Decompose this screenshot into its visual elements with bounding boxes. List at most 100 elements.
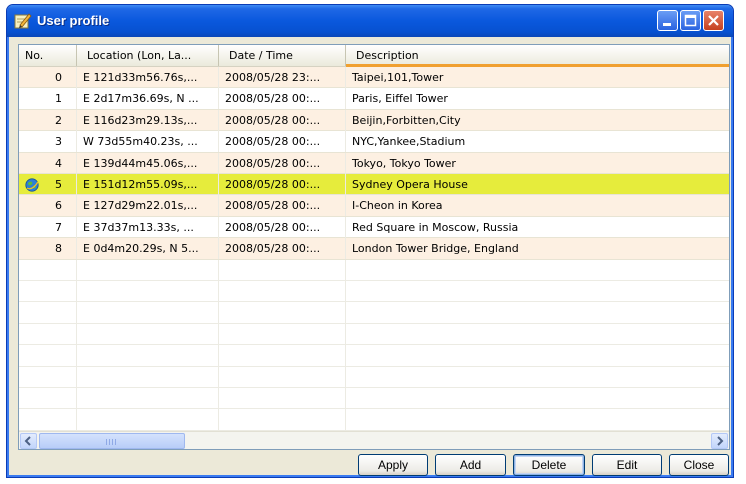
empty-cell (346, 388, 729, 409)
empty-cell (346, 260, 729, 281)
apply-button[interactable]: Apply (358, 454, 428, 476)
empty-cell (219, 302, 346, 324)
empty-row[interactable] (19, 345, 729, 367)
delete-button[interactable]: Delete (513, 454, 585, 476)
empty-cell (219, 409, 346, 431)
horizontal-scrollbar[interactable] (19, 431, 729, 449)
empty-cell (346, 324, 729, 345)
row-location: E 2d17m36.69s, N ... (77, 88, 219, 110)
minimize-button[interactable] (657, 10, 678, 31)
table-row[interactable]: 8E 0d4m20.29s, N 5... 2008/05/28 00:... Lo… (19, 238, 729, 260)
scroll-grip-icon (106, 439, 118, 445)
empty-cell (219, 388, 346, 409)
maximize-button[interactable] (680, 10, 701, 31)
row-description: Sydney Opera House (352, 178, 468, 191)
table-row[interactable]: 0E 121d33m56.76s,... 2008/05/28 23:... Tai… (19, 67, 729, 89)
empty-cell (19, 281, 77, 302)
empty-cell (77, 409, 219, 431)
empty-cell (19, 302, 77, 324)
table-row[interactable]: 4E 139d44m45.06s,... 2008/05/28 00:... Tok… (19, 152, 729, 174)
row-number: 6 (19, 195, 77, 217)
row-number: 2 (19, 109, 77, 131)
edit-button[interactable]: Edit (592, 454, 662, 476)
window-title: User profile (37, 13, 110, 28)
empty-cell (346, 302, 729, 323)
empty-row[interactable] (19, 366, 729, 388)
column-header-location[interactable]: Location (Lon, La... (77, 45, 219, 66)
list-header: No. Location (Lon, La... Date / Time Des… (19, 45, 729, 67)
list-rows: 0E 121d33m56.76s,... 2008/05/28 23:... Tai… (19, 67, 729, 432)
globe-icon (25, 178, 39, 192)
row-description: Beijin,Forbitten,City (352, 113, 461, 127)
row-datetime: 2008/05/28 00:... (219, 88, 346, 110)
row-description: Tokyo, Tokyo Tower (352, 156, 456, 170)
scroll-left-button[interactable] (20, 433, 37, 449)
empty-row[interactable] (19, 388, 729, 410)
empty-row[interactable] (19, 302, 729, 324)
maximize-icon (684, 14, 697, 27)
add-button[interactable]: Add (435, 454, 506, 476)
row-datetime: 2008/05/28 23:... (219, 67, 346, 88)
row-datetime: 2008/05/28 00:... (219, 216, 346, 238)
pencil-note-icon (14, 13, 32, 29)
empty-cell (346, 345, 729, 366)
empty-cell (77, 388, 219, 409)
row-location: W 73d55m40.23s, ... (77, 131, 219, 153)
row-number: 7 (19, 216, 77, 238)
row-location: E 151d12m55.09s,... (77, 174, 219, 195)
empty-cell (346, 281, 729, 302)
row-description: Taipei,101,Tower (352, 71, 444, 84)
user-profile-window: User profile No. Location (Lon, La... Da… (6, 4, 734, 478)
column-header-datetime[interactable]: Date / Time (219, 45, 346, 66)
row-description: Paris, Eiffel Tower (352, 92, 448, 106)
table-row[interactable]: 3W 73d55m40.23s, ... 2008/05/28 00:... NYC… (19, 131, 729, 153)
minimize-icon (663, 23, 671, 26)
row-number: 0 (19, 67, 77, 88)
row-datetime: 2008/05/28 00:... (219, 109, 346, 131)
scroll-thumb[interactable] (39, 433, 185, 449)
empty-cell (77, 323, 219, 345)
row-description: London Tower Bridge, England (352, 242, 519, 256)
row-number: 3 (19, 131, 77, 153)
row-description: NYC,Yankee,Stadium (352, 135, 466, 149)
row-number: 1 (19, 88, 77, 110)
title-bar[interactable]: User profile (7, 5, 733, 37)
empty-cell (219, 323, 346, 345)
table-row[interactable]: 7E 37d37m13.33s, ... 2008/05/28 00:... Red… (19, 216, 729, 239)
close-window-button[interactable] (703, 10, 724, 31)
row-datetime: 2008/05/28 00:... (219, 238, 346, 260)
empty-row[interactable] (19, 323, 729, 346)
row-location: E 0d4m20.29s, N 5... (77, 238, 219, 260)
table-row[interactable]: 2E 116d23m29.13s,... 2008/05/28 00:... Bei… (19, 109, 729, 132)
table-row[interactable]: 6E 127d29m22.01s,... 2008/05/28 00:... I-C… (19, 195, 729, 217)
user-profile-list[interactable]: No. Location (Lon, La... Date / Time Des… (18, 44, 730, 450)
row-location: E 139d44m45.06s,... (77, 152, 219, 174)
empty-cell (77, 281, 219, 302)
empty-cell (19, 345, 77, 367)
row-location: E 127d29m22.01s,... (77, 195, 219, 217)
row-datetime: 2008/05/28 00:... (219, 174, 346, 195)
empty-row[interactable] (19, 281, 729, 303)
row-location: E 121d33m56.76s,... (77, 67, 219, 88)
empty-cell (346, 367, 729, 388)
chevron-left-icon (24, 436, 31, 446)
empty-cell (219, 345, 346, 367)
column-header-no[interactable]: No. (19, 45, 77, 66)
chevron-right-icon (717, 436, 724, 446)
table-row[interactable]: 5E 151d12m55.09s,... 2008/05/28 00:... Syd… (19, 174, 729, 196)
empty-cell (19, 323, 77, 345)
empty-row[interactable] (19, 259, 729, 281)
empty-cell (77, 345, 219, 367)
scroll-right-button[interactable] (711, 433, 728, 449)
close-button[interactable]: Close (669, 454, 729, 476)
column-header-description[interactable]: Description (346, 45, 729, 67)
row-location: E 116d23m29.13s,... (77, 109, 219, 131)
empty-cell (77, 302, 219, 324)
empty-cell (77, 366, 219, 388)
row-location: E 37d37m13.33s, ... (77, 216, 219, 238)
empty-cell (19, 366, 77, 388)
empty-cell (346, 409, 729, 430)
table-row[interactable]: 1E 2d17m36.69s, N ... 2008/05/28 00:... Pa… (19, 88, 729, 110)
empty-row[interactable] (19, 409, 729, 431)
row-number: 4 (19, 152, 77, 174)
